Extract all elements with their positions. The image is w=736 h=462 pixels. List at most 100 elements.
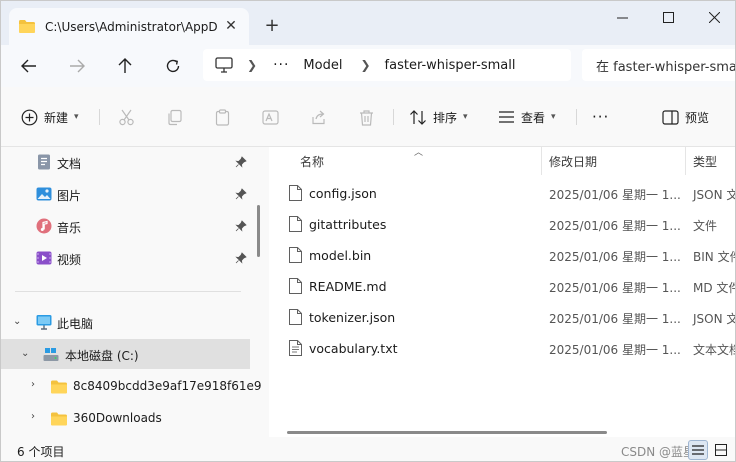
cut-button[interactable] bbox=[118, 103, 135, 131]
sidebar-item-pictures[interactable]: 图片 bbox=[1, 179, 250, 209]
column-header-modified[interactable]: 修改日期 bbox=[549, 153, 597, 170]
refresh-button[interactable] bbox=[159, 53, 187, 79]
add-circle-icon bbox=[21, 109, 38, 125]
file-name: model.bin bbox=[309, 248, 372, 263]
table-row[interactable]: vocabulary.txt 2025/01/06 星期一 1... 文本文档 bbox=[269, 333, 735, 364]
clipboard-icon bbox=[215, 108, 230, 126]
chevron-down-icon: ▾ bbox=[463, 112, 468, 122]
tiles-view-button[interactable] bbox=[711, 440, 731, 460]
file-icon bbox=[289, 185, 302, 201]
sort-ascending-icon: ︿ bbox=[414, 148, 424, 158]
copy-icon bbox=[168, 109, 182, 125]
column-header-type[interactable]: 类型 bbox=[693, 153, 717, 170]
chevron-down-icon[interactable]: ⌄ bbox=[21, 348, 29, 359]
file-type: JSON 文件 bbox=[693, 188, 735, 202]
new-button-label: 新建 bbox=[44, 110, 69, 125]
arrow-left-icon bbox=[21, 59, 36, 73]
sort-icon bbox=[410, 109, 426, 125]
view-button-label: 查看 bbox=[521, 110, 546, 125]
toolbar-divider bbox=[99, 109, 100, 125]
file-icon bbox=[289, 216, 302, 232]
minimize-button[interactable] bbox=[599, 1, 645, 33]
tab-title: C:\Users\Administrator\AppData\Local\Tem… bbox=[45, 19, 217, 34]
pin-icon bbox=[235, 188, 247, 200]
column-divider[interactable] bbox=[541, 147, 542, 175]
address-bar[interactable]: ❯ ··· Model ❯ faster-whisper-small bbox=[203, 49, 571, 81]
sort-button-label: 排序 bbox=[433, 110, 458, 125]
chevron-down-icon: ▾ bbox=[551, 112, 556, 122]
up-button[interactable] bbox=[111, 53, 139, 79]
more-icon: ··· bbox=[592, 108, 610, 126]
chevron-down-icon[interactable]: ⌄ bbox=[13, 316, 21, 327]
forward-button[interactable] bbox=[63, 53, 91, 79]
arrow-right-icon bbox=[70, 59, 85, 73]
horizontal-scrollbar[interactable] bbox=[287, 431, 607, 434]
table-row[interactable]: tokenizer.json 2025/01/06 星期一 1... JSON … bbox=[269, 302, 735, 333]
search-box[interactable]: 在 faster-whisper-small 中搜索 bbox=[582, 49, 735, 81]
preview-pane-icon bbox=[662, 109, 679, 125]
file-type: JSON 文件 bbox=[693, 312, 735, 326]
maximize-button[interactable] bbox=[645, 1, 691, 33]
sidebar-item-folder[interactable]: › 8c8409bcdd3e9af17e918f61e9 bbox=[1, 371, 262, 401]
file-list: ︿ 名称 修改日期 类型 config.json 2025/01/06 星期一 … bbox=[269, 147, 735, 437]
rename-button[interactable] bbox=[262, 103, 279, 131]
rename-icon bbox=[262, 109, 279, 125]
documents-icon bbox=[38, 154, 50, 170]
back-button[interactable] bbox=[15, 53, 43, 79]
breadcrumb-model[interactable]: Model bbox=[303, 58, 342, 73]
table-row[interactable]: gitattributes 2025/01/06 星期一 1... 文件 bbox=[269, 209, 735, 240]
computer-icon bbox=[36, 315, 52, 330]
music-icon bbox=[36, 218, 52, 234]
sidebar-item-documents[interactable]: 文档 bbox=[1, 147, 250, 177]
paste-button[interactable] bbox=[214, 103, 231, 131]
new-button[interactable]: 新建 ▾ bbox=[21, 103, 79, 131]
title-bar: C:\Users\Administrator\AppData\Local\Tem… bbox=[1, 1, 735, 45]
tiles-view-icon bbox=[715, 444, 727, 456]
sidebar-item-label: 8c8409bcdd3e9af17e918f61e9 bbox=[73, 379, 262, 393]
sidebar-item-label: 本地磁盘 (C:) bbox=[65, 349, 139, 363]
more-options-button[interactable]: ··· bbox=[592, 103, 609, 131]
file-icon bbox=[289, 278, 302, 294]
chevron-right-icon[interactable]: › bbox=[31, 379, 35, 390]
column-header-name[interactable]: 名称 bbox=[300, 153, 324, 170]
close-window-button[interactable] bbox=[691, 1, 735, 33]
tab-current-folder[interactable]: C:\Users\Administrator\AppData\Local\Tem… bbox=[9, 8, 249, 45]
refresh-icon bbox=[166, 59, 180, 73]
folder-icon bbox=[51, 380, 67, 394]
search-input[interactable]: 在 faster-whisper-small 中搜索 bbox=[596, 56, 735, 75]
file-modified: 2025/01/06 星期一 1... bbox=[549, 250, 681, 264]
sidebar-scrollbar[interactable] bbox=[257, 205, 260, 257]
table-row[interactable]: config.json 2025/01/06 星期一 1... JSON 文件 bbox=[269, 178, 735, 209]
sidebar-item-label: 音乐 bbox=[57, 221, 82, 235]
details-view-button[interactable] bbox=[688, 440, 708, 460]
scissors-icon bbox=[119, 109, 134, 125]
breadcrumb-overflow-button[interactable]: ··· bbox=[273, 57, 289, 73]
preview-button-label: 预览 bbox=[685, 110, 710, 125]
column-divider[interactable] bbox=[685, 147, 686, 175]
sidebar-item-local-disk-c[interactable]: ⌄ 本地磁盘 (C:) bbox=[1, 339, 250, 369]
share-button[interactable] bbox=[310, 103, 327, 131]
breadcrumb-current-folder[interactable]: faster-whisper-small bbox=[385, 58, 516, 73]
view-button[interactable]: 查看 ▾ bbox=[498, 103, 556, 131]
drive-icon bbox=[43, 348, 59, 361]
pin-icon bbox=[235, 252, 247, 264]
file-name: README.md bbox=[309, 279, 387, 294]
chevron-right-icon[interactable]: › bbox=[31, 411, 35, 422]
file-modified: 2025/01/06 星期一 1... bbox=[549, 219, 681, 233]
delete-button[interactable] bbox=[358, 103, 375, 131]
sort-button[interactable]: 排序 ▾ bbox=[409, 103, 468, 131]
sidebar-item-videos[interactable]: 视频 bbox=[1, 243, 250, 273]
sidebar-item-this-pc[interactable]: ⌄ 此电脑 bbox=[1, 307, 250, 337]
list-view-icon bbox=[499, 111, 514, 123]
preview-pane-button[interactable]: 预览 bbox=[662, 103, 709, 131]
new-tab-button[interactable]: + bbox=[261, 14, 283, 36]
sidebar-item-label: 图片 bbox=[57, 189, 82, 203]
table-row[interactable]: README.md 2025/01/06 星期一 1... MD 文件 bbox=[269, 271, 735, 302]
table-row[interactable]: model.bin 2025/01/06 星期一 1... BIN 文件 bbox=[269, 240, 735, 271]
copy-button[interactable] bbox=[166, 103, 183, 131]
sidebar-item-folder[interactable]: › 360Downloads bbox=[1, 403, 250, 433]
toolbar-divider bbox=[576, 109, 577, 125]
pin-icon bbox=[235, 220, 247, 232]
close-tab-icon[interactable]: ✕ bbox=[223, 18, 239, 34]
sidebar-item-music[interactable]: 音乐 bbox=[1, 211, 250, 241]
